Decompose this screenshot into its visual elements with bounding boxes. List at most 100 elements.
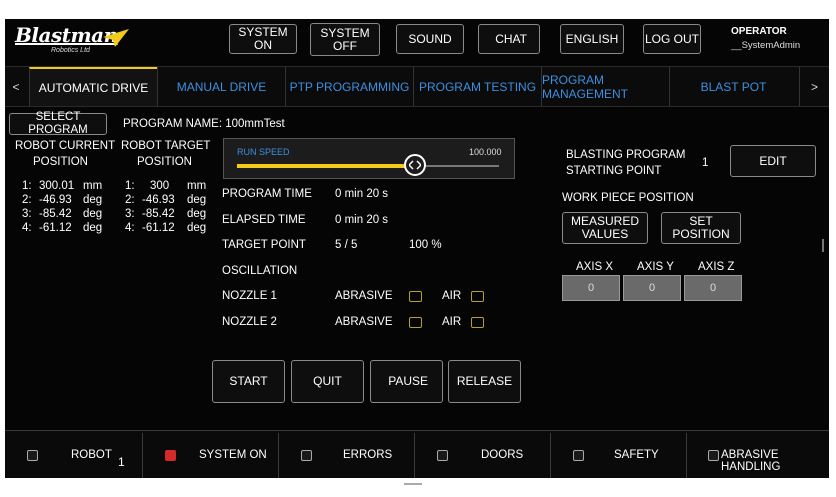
tab-bar: < AUTOMATIC DRIVE MANUAL DRIVE PTP PROGR… xyxy=(5,66,829,107)
axis-z-input[interactable]: 0 xyxy=(684,275,742,301)
axis-z-label: AXIS Z xyxy=(698,261,735,273)
nozzle-1-abrasive-indicator xyxy=(409,291,422,302)
target-point-percent: 100 % xyxy=(409,239,442,251)
nozzle-1-air-label: AIR xyxy=(442,290,462,302)
nozzle-1-abrasive-label: ABRASIVE xyxy=(335,290,393,302)
chat-button[interactable]: CHAT xyxy=(478,24,540,54)
program-time-value: 0 min 20 s xyxy=(335,188,389,200)
start-button[interactable]: START xyxy=(212,360,285,403)
current-axis-value: -61.12 xyxy=(39,222,72,234)
status-abrasive-handling: ABRASIVE HANDLING xyxy=(686,433,829,478)
status-doors: DOORS xyxy=(414,433,550,478)
select-program-button[interactable]: SELECT PROGRAM xyxy=(9,111,107,136)
axis-x-label: AXIS X xyxy=(576,261,614,273)
target-axis-unit: mm xyxy=(187,180,207,192)
robot-status-indicator xyxy=(27,450,38,461)
run-speed-value: 100.000 xyxy=(469,147,502,157)
current-axis-index: 2: xyxy=(22,194,32,206)
run-speed-track[interactable] xyxy=(237,154,499,176)
safety-status-label: SAFETY xyxy=(614,449,659,461)
doors-status-indicator xyxy=(437,450,448,461)
status-errors: ERRORS xyxy=(278,433,414,478)
robot-status-label: ROBOT xyxy=(71,449,112,461)
elapsed-time-label: ELAPSED TIME xyxy=(222,214,306,226)
logo-subtitle: Robotics Ltd xyxy=(51,47,90,54)
current-axis-value: -85.42 xyxy=(39,208,72,220)
sound-button[interactable]: SOUND xyxy=(396,24,464,54)
tab-automatic-drive[interactable]: AUTOMATIC DRIVE xyxy=(29,67,157,106)
current-axis-index: 4: xyxy=(22,222,32,234)
current-axis-value: -46.93 xyxy=(39,194,72,206)
tab-ptp-programming[interactable]: PTP PROGRAMMING xyxy=(285,67,413,106)
target-axis-index: 3: xyxy=(125,208,135,220)
current-axis-unit: deg xyxy=(83,194,103,206)
work-piece-position-label: WORK PIECE POSITION xyxy=(562,192,694,204)
system-on-status-indicator xyxy=(165,450,176,461)
target-axis-index: 2: xyxy=(125,194,135,206)
program-time-label: PROGRAM TIME xyxy=(222,188,312,200)
release-button[interactable]: RELEASE xyxy=(448,360,521,403)
axis-x-input[interactable]: 0 xyxy=(562,275,620,301)
tab-blast-pot[interactable]: BLAST POT xyxy=(669,67,797,106)
run-speed-label: RUN SPEED xyxy=(237,147,290,157)
set-position-button[interactable]: SET POSITION xyxy=(661,212,741,244)
pause-button[interactable]: PAUSE xyxy=(370,360,443,403)
status-robot: ROBOT 1 xyxy=(5,433,142,478)
target-axis-unit: deg xyxy=(187,222,207,234)
blasting-program-title: BLASTING PROGRAM xyxy=(566,149,686,161)
current-axis-unit: deg xyxy=(83,222,103,234)
elapsed-time-value: 0 min 20 s xyxy=(335,214,389,226)
resize-grip[interactable] xyxy=(404,483,422,485)
axis-y-input[interactable]: 0 xyxy=(623,275,681,301)
nozzle-2-label: NOZZLE 2 xyxy=(222,316,277,328)
safety-status-indicator xyxy=(573,450,584,461)
target-point-label: TARGET POINT xyxy=(222,239,306,251)
logout-button[interactable]: LOG OUT xyxy=(643,24,701,54)
robot-count: 1 xyxy=(118,455,125,469)
target-point-value: 5 / 5 xyxy=(335,239,358,251)
quit-button[interactable]: QUIT xyxy=(291,360,364,403)
current-position-title-2: POSITION xyxy=(33,156,88,168)
system-on-status-label: SYSTEM ON xyxy=(199,449,267,461)
target-position-title-2: POSITION xyxy=(137,156,192,168)
tab-prev-button[interactable]: < xyxy=(5,67,27,106)
target-axis-unit: deg xyxy=(187,194,207,206)
nozzle-2-abrasive-indicator xyxy=(409,317,422,328)
blastman-logo: Blastman Robotics Ltd xyxy=(11,23,131,59)
logo-arrow-icon xyxy=(103,29,129,47)
status-safety: SAFETY xyxy=(550,433,686,478)
program-name: PROGRAM NAME: 100mmTest xyxy=(123,118,285,130)
current-axis-unit: deg xyxy=(83,208,103,220)
target-axis-index: 4: xyxy=(125,222,135,234)
edit-button[interactable]: EDIT xyxy=(730,145,816,177)
oscillation-label: OSCILLATION xyxy=(222,265,298,277)
abrasive-handling-status-indicator xyxy=(708,450,719,461)
user-name: __SystemAdmin xyxy=(731,40,801,51)
tab-manual-drive[interactable]: MANUAL DRIVE xyxy=(157,67,285,106)
nozzle-1-label: NOZZLE 1 xyxy=(222,290,277,302)
app-screen: Blastman Robotics Ltd SYSTEM ON SYSTEM O… xyxy=(5,19,829,478)
blasting-starting-point-title: STARTING POINT xyxy=(566,165,662,177)
current-position-title: ROBOT CURRENT xyxy=(15,140,116,152)
system-on-button[interactable]: SYSTEM ON xyxy=(229,24,297,54)
current-axis-value: 300.01 xyxy=(39,180,75,192)
language-button[interactable]: ENGLISH xyxy=(560,24,624,54)
target-axis-value: -61.12 xyxy=(142,222,175,234)
target-axis-value: -46.93 xyxy=(142,194,175,206)
system-off-button[interactable]: SYSTEM OFF xyxy=(310,23,380,56)
errors-status-indicator xyxy=(301,450,312,461)
run-speed-slider-handle[interactable] xyxy=(404,154,427,176)
measured-values-button[interactable]: MEASURED VALUES xyxy=(562,212,648,244)
tab-next-button[interactable]: > xyxy=(799,67,829,106)
axis-y-label: AXIS Y xyxy=(637,261,674,273)
run-speed-fill xyxy=(237,164,416,168)
target-axis-value: -85.42 xyxy=(142,208,175,220)
nozzle-1-air-indicator xyxy=(471,291,484,302)
tab-program-management[interactable]: PROGRAM MANAGEMENT xyxy=(541,67,669,106)
measured-values-label-2: VALUES xyxy=(581,227,629,241)
slider-arrows-icon xyxy=(409,160,422,170)
tab-program-testing[interactable]: PROGRAM TESTING xyxy=(413,67,541,106)
nozzle-2-air-label: AIR xyxy=(442,316,462,328)
target-axis-value: 300 xyxy=(150,180,170,192)
target-axis-unit: deg xyxy=(187,208,207,220)
